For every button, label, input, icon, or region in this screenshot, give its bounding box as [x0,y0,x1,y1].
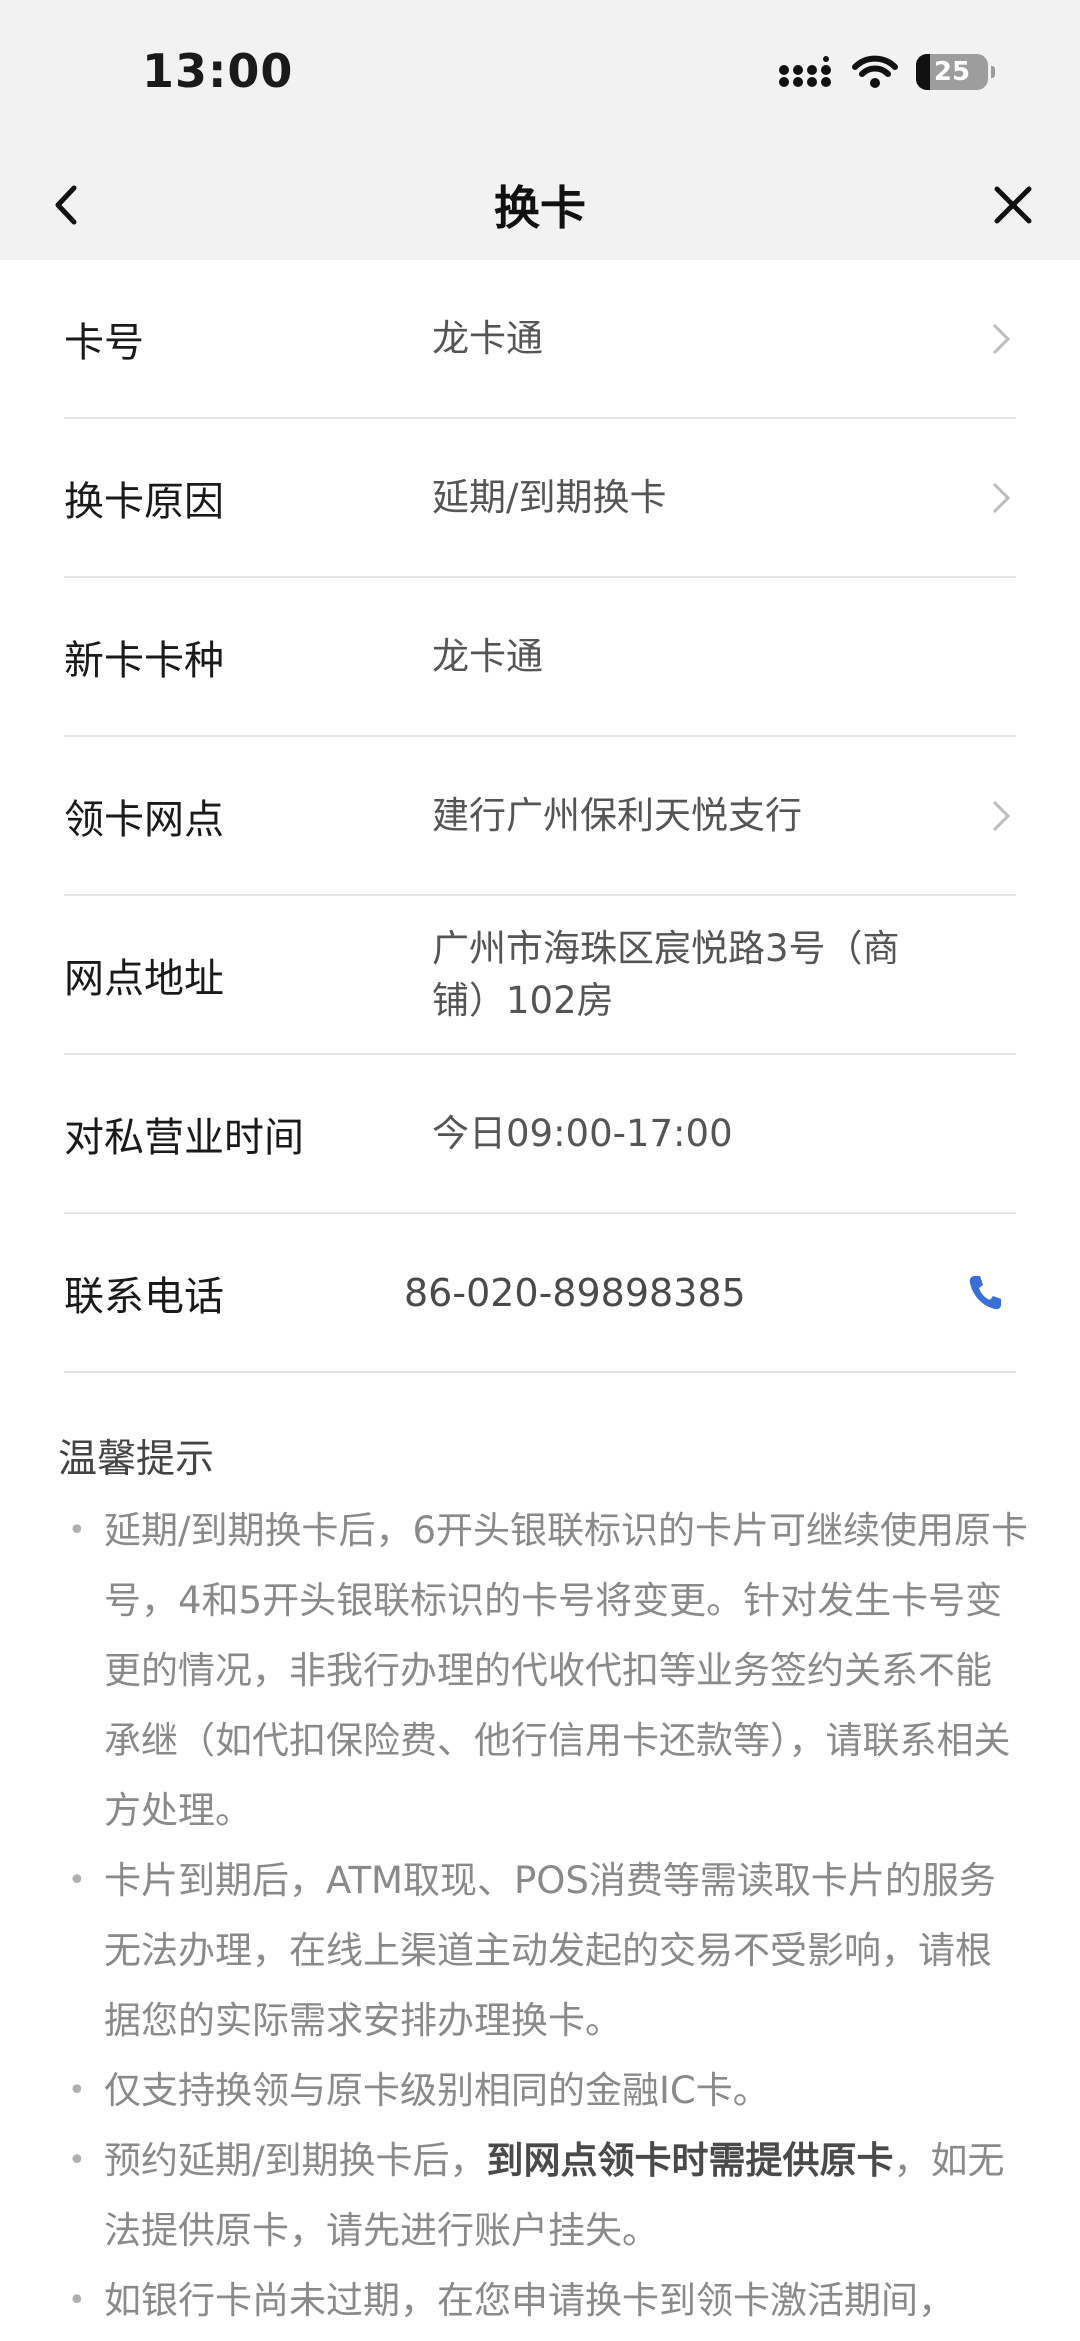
chevron-right-icon [992,482,1011,513]
row-value: 今日09:00-17:00 [432,1111,733,1155]
row-value: 建行广州保利天悦支行 [432,793,802,837]
row-value: 广州市海珠区宸悦路3号（商铺）102房 [432,926,900,1022]
tip-item: 预约延期/到期换卡后，到网点领卡时需提供原卡，如无法提供原卡，请先进行账户挂失。 [58,2126,1028,2266]
tip-item: 延期/到期换卡后，6开头银联标识的卡片可继续使用原卡号，4和5开头银联标识的卡号… [58,1496,1028,1846]
tip-emphasis: 到网点领卡时需提供原卡 [486,2139,894,2182]
tip-text: 预约延期/到期换卡后， [104,2139,487,2182]
status-bar: 13:00 25 [0,0,1080,150]
new-card-type-row: 新卡卡种 龙卡通 [64,578,1016,737]
signal-icon [779,56,831,87]
reason-row[interactable]: 换卡原因 延期/到期换卡 [64,419,1016,578]
row-value: 龙卡通 [432,634,543,678]
row-value: 延期/到期换卡 [432,475,667,519]
tips-title: 温馨提示 [58,1437,215,1482]
row-label: 领卡网点 [64,796,224,843]
row-label: 网点地址 [64,955,224,1002]
row-label: 新卡卡种 [64,637,224,684]
row-label: 卡号 [64,319,144,366]
tips-section: 温馨提示 延期/到期换卡后，6开头银联标识的卡片可继续使用原卡号，4和5开头银联… [58,1428,1028,2336]
contact-phone-row: 联系电话 86-020-89898385 [64,1214,1016,1373]
form-rows: 卡号 龙卡通 换卡原因 延期/到期换卡 新卡卡种 龙卡通 领卡网点 建行广州保利… [0,260,1080,1373]
close-icon[interactable] [988,180,1038,230]
battery-icon: 25 [916,54,995,90]
chevron-right-icon [992,323,1011,354]
status-icons: 25 [778,52,995,92]
row-label: 联系电话 [64,1273,224,1320]
status-time: 13:00 [142,44,294,98]
tip-item: 仅支持换领与原卡级别相同的金融IC卡。 [58,2056,1028,2126]
business-hours-row: 对私营业时间 今日09:00-17:00 [64,1055,1016,1214]
branch-address-row: 网点地址 广州市海珠区宸悦路3号（商铺）102房 [64,896,1016,1055]
nav-bar: 换卡 [0,150,1080,260]
battery-level: 25 [933,57,971,87]
pickup-branch-row[interactable]: 领卡网点 建行广州保利天悦支行 [64,737,1016,896]
tip-item: 卡片到期后，ATM取现、POS消费等需读取卡片的服务无法办理，在线上渠道主动发起… [58,1846,1028,2056]
chevron-right-icon [992,800,1011,831]
row-label: 换卡原因 [64,478,224,525]
page-title: 换卡 [494,181,586,235]
tip-item: 如银行卡尚未过期，在您申请换卡到领卡激活期间， [58,2266,1028,2336]
row-value: 龙卡通 [432,316,543,360]
phone-number: 86-020-89898385 [404,1270,746,1315]
card-number-row[interactable]: 卡号 龙卡通 [64,260,1016,419]
row-label: 对私营业时间 [64,1114,304,1161]
wifi-icon [852,55,898,88]
phone-icon[interactable] [966,1273,1002,1313]
